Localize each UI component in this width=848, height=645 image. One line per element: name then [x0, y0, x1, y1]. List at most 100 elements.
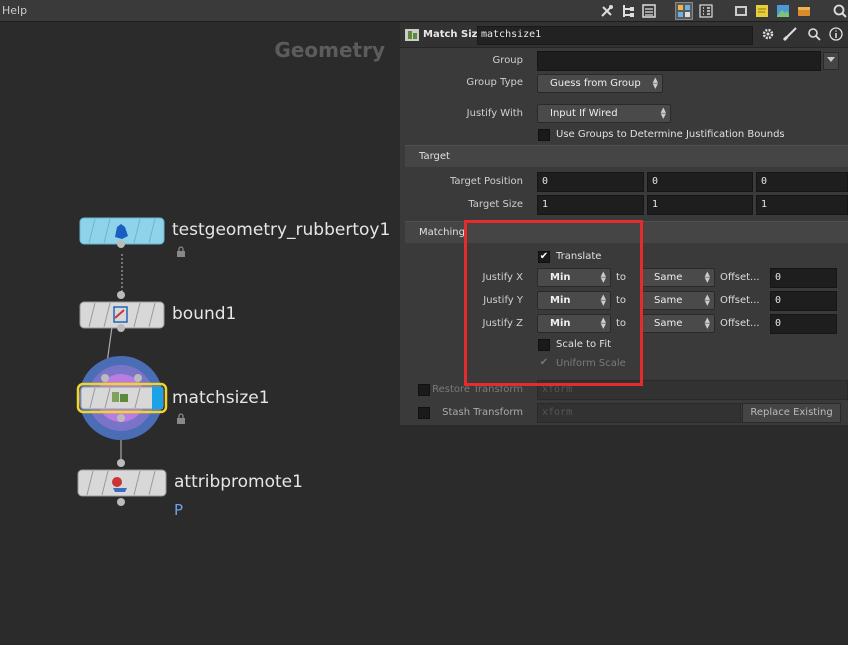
- justify-z-from-value: Min: [550, 318, 571, 329]
- detail-view-icon[interactable]: [698, 3, 714, 19]
- justify-x-offset-field[interactable]: 0: [770, 268, 837, 288]
- justify-y-offset-label: Offset...: [720, 295, 760, 306]
- group-type-menu[interactable]: Guess from Group ▲ ▼: [537, 74, 663, 93]
- justify-y-offset-field[interactable]: 0: [770, 291, 837, 311]
- lock-icon: [177, 413, 185, 424]
- node-name-field[interactable]: matchsize1: [477, 26, 753, 45]
- justify-z-label: Justify Z: [482, 318, 524, 329]
- list-view-icon[interactable]: [641, 3, 657, 19]
- node-bound1[interactable]: [79, 291, 165, 332]
- stash-transform-field[interactable]: xform: [537, 403, 741, 423]
- node-attribpromote1[interactable]: [77, 459, 167, 506]
- justify-y-to-menu[interactable]: Same ▲ ▼: [641, 291, 715, 310]
- node-testgeometry-rubbertoy1[interactable]: [79, 217, 165, 248]
- justify-x-from-value: Min: [550, 272, 571, 283]
- parameter-header: Match Size matchsize1: [400, 22, 848, 48]
- uniform-scale-checkbox[interactable]: ✔: [538, 358, 550, 370]
- target-position-y[interactable]: 0: [647, 172, 753, 192]
- help-menu[interactable]: Help: [2, 4, 27, 17]
- stash-transform-checkbox[interactable]: [418, 407, 430, 419]
- network-graph: [76, 217, 168, 506]
- node-flag-p: P: [174, 501, 184, 519]
- node-label-bound[interactable]: bound1: [172, 304, 236, 324]
- node-type-label: Match Size: [423, 29, 485, 40]
- justify-x-from-menu[interactable]: Min ▲ ▼: [537, 268, 611, 287]
- updown-arrows-icon: ▲ ▼: [660, 106, 666, 120]
- target-position-x[interactable]: 0: [537, 172, 644, 192]
- target-section-label: Target: [419, 151, 450, 162]
- parameter-panel: Match Size matchsize1 Group Group Type G…: [400, 22, 848, 425]
- group-type-value: Guess from Group: [550, 78, 641, 89]
- target-size-z[interactable]: 1: [756, 195, 848, 215]
- justify-y-from-value: Min: [550, 295, 571, 306]
- target-position-z[interactable]: 0: [756, 172, 848, 192]
- justify-x-offset-label: Offset...: [720, 272, 760, 283]
- justify-x-to-menu[interactable]: Same ▲ ▼: [641, 268, 715, 287]
- node-label-attribpromote[interactable]: attribpromote1: [174, 472, 303, 492]
- matchsize-node-icon: [405, 29, 419, 41]
- grid-view-icon[interactable]: [675, 2, 693, 20]
- target-size-y[interactable]: 1: [647, 195, 753, 215]
- justify-with-label: Justify With: [466, 108, 523, 119]
- target-size-label: Target Size: [468, 199, 523, 210]
- use-groups-checkbox[interactable]: [538, 129, 550, 141]
- justify-y-to-label: to: [616, 295, 627, 306]
- restore-transform-label: Restore Transform: [432, 384, 523, 395]
- network-editor[interactable]: Geometry testgeometry_rubbertoy1 bound1 …: [0, 22, 400, 645]
- image-viewer-icon[interactable]: [733, 3, 749, 19]
- target-size-x[interactable]: 1: [537, 195, 644, 215]
- search-icon[interactable]: [807, 27, 821, 41]
- group-dropdown-button[interactable]: [823, 52, 839, 70]
- justify-z-offset-label: Offset...: [720, 318, 760, 329]
- info-icon[interactable]: [829, 27, 843, 41]
- justify-z-to-label: to: [616, 318, 627, 329]
- replace-existing-button[interactable]: Replace Existing: [742, 403, 841, 423]
- search-icon[interactable]: [832, 3, 848, 19]
- matching-section-label: Matching: [419, 227, 465, 238]
- scale-to-fit-label: Scale to Fit: [556, 339, 612, 350]
- matching-section-header[interactable]: Matching: [405, 221, 848, 243]
- brush-icon[interactable]: [783, 27, 799, 41]
- updown-arrows-icon: ▲ ▼: [652, 76, 658, 90]
- matchsize-icon: [112, 392, 119, 402]
- justify-y-from-menu[interactable]: Min ▲ ▼: [537, 291, 611, 310]
- top-menubar: Help: [0, 0, 848, 22]
- restore-transform-field[interactable]: xform: [537, 380, 848, 400]
- group-field[interactable]: [537, 51, 821, 71]
- gear-icon[interactable]: [761, 27, 775, 41]
- lock-icon: [177, 246, 185, 257]
- updown-arrows-icon: ▲ ▼: [600, 316, 606, 330]
- justify-z-offset-field[interactable]: 0: [770, 314, 837, 334]
- uniform-scale-label: Uniform Scale: [556, 358, 626, 369]
- justify-with-value: Input If Wired: [550, 108, 618, 119]
- node-label-matchsize[interactable]: matchsize1: [172, 388, 270, 408]
- justify-z-to-value: Same: [654, 318, 683, 329]
- scale-to-fit-checkbox[interactable]: [538, 339, 550, 351]
- justify-with-menu[interactable]: Input If Wired ▲ ▼: [537, 104, 671, 123]
- attribpromote-icon: [112, 477, 122, 487]
- background-image-icon[interactable]: [775, 3, 791, 19]
- display-flag: [152, 387, 163, 409]
- use-groups-label: Use Groups to Determine Justification Bo…: [556, 129, 785, 140]
- target-position-label: Target Position: [449, 176, 523, 187]
- updown-arrows-icon: ▲ ▼: [704, 316, 710, 330]
- justify-y-to-value: Same: [654, 295, 683, 306]
- group-label: Group: [492, 55, 523, 66]
- justify-z-from-menu[interactable]: Min ▲ ▼: [537, 314, 611, 333]
- node-label-testgeometry[interactable]: testgeometry_rubbertoy1: [172, 220, 390, 240]
- tree-view-icon[interactable]: [620, 3, 636, 19]
- restore-transform-checkbox[interactable]: [418, 384, 430, 396]
- justify-y-label: Justify Y: [483, 295, 523, 306]
- network-box-icon[interactable]: [796, 3, 812, 19]
- translate-checkbox[interactable]: ✔: [538, 251, 550, 263]
- sticky-note-icon[interactable]: [754, 3, 770, 19]
- group-type-label: Group Type: [466, 77, 523, 88]
- chevron-down-icon: [827, 57, 835, 62]
- updown-arrows-icon: ▲ ▼: [600, 293, 606, 307]
- justify-z-to-menu[interactable]: Same ▲ ▼: [641, 314, 715, 333]
- stash-transform-label: Stash Transform: [442, 407, 523, 418]
- updown-arrows-icon: ▲ ▼: [600, 270, 606, 284]
- updown-arrows-icon: ▲ ▼: [704, 270, 710, 284]
- tools-icon[interactable]: [599, 3, 615, 19]
- target-section-header[interactable]: Target: [405, 145, 848, 167]
